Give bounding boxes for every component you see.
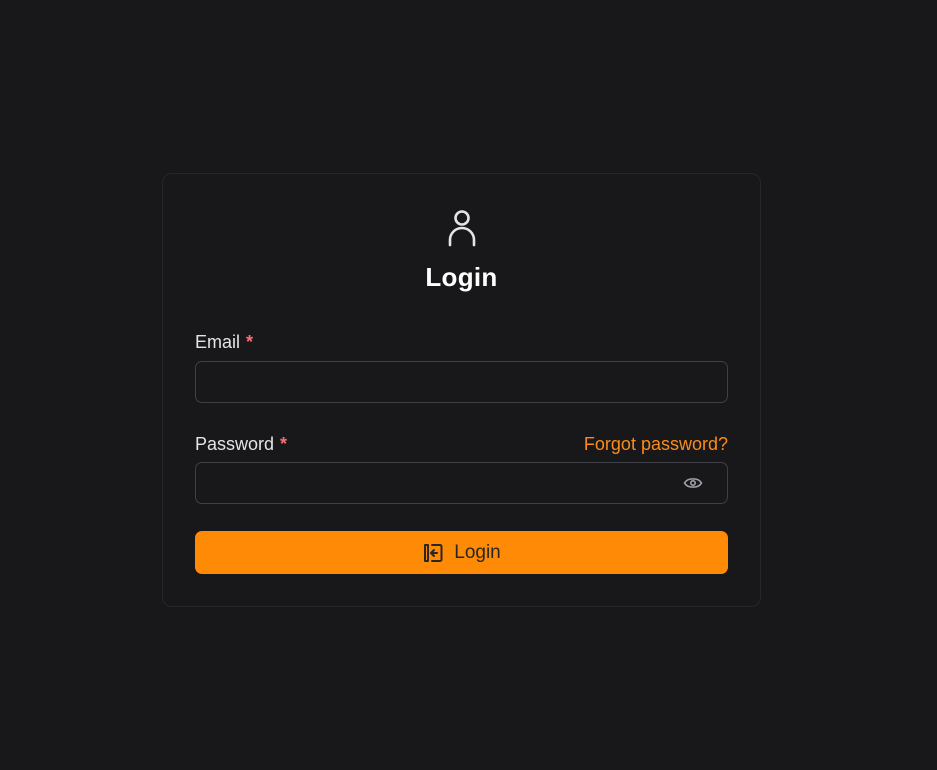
- email-label-row: Email *: [195, 331, 728, 353]
- forgot-password-link[interactable]: Forgot password?: [584, 434, 728, 455]
- password-label-row: Password * Forgot password?: [195, 433, 728, 455]
- login-button-label: Login: [454, 541, 501, 563]
- email-required-marker: *: [246, 331, 254, 352]
- page-title: Login: [425, 262, 498, 292]
- login-arrow-icon: [424, 543, 443, 562]
- user-icon: [448, 210, 476, 247]
- password-required-marker: *: [280, 433, 288, 454]
- email-label: Email *: [195, 331, 254, 352]
- eye-icon[interactable]: [683, 474, 703, 492]
- password-field[interactable]: [195, 462, 728, 504]
- email-field[interactable]: [195, 361, 728, 403]
- password-label: Password *: [195, 433, 288, 454]
- login-card: Login Email * Password * Forgot password? …: [162, 173, 761, 607]
- login-button[interactable]: Login: [195, 531, 728, 574]
